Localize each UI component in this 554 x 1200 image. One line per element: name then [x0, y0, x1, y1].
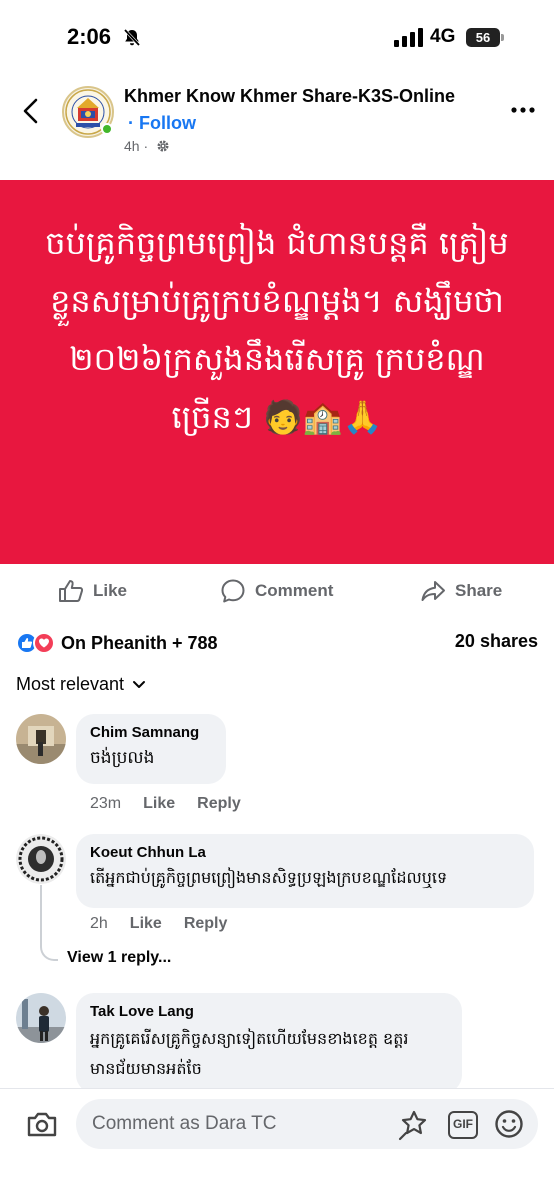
bell-muted-icon: [123, 28, 141, 47]
comment-label: Comment: [255, 581, 334, 600]
chevron-down-icon: [133, 680, 146, 688]
comment-bubble[interactable]: Chim Samnang ចង់ប្រលង: [76, 714, 226, 784]
reactions-count: On Pheanith + 788: [61, 632, 218, 653]
comment-bubble[interactable]: Tak Love Lang អ្នកគ្រូគេរើសគ្រូកិច្ចសន្យ…: [76, 993, 462, 1093]
battery-tip: [501, 34, 504, 41]
audience-gear-icon[interactable]: [156, 139, 170, 153]
post-action-bar: Like Comment Share: [0, 570, 554, 612]
more-options-icon[interactable]: [508, 100, 538, 120]
post-time: 4h ·: [124, 138, 149, 154]
comment-text: តើអ្នកជាប់គ្រូកិច្ចព្រមព្រៀងមានសិទ្ធប្រឡ…: [90, 868, 448, 887]
status-bar: 2:06 4G 56: [0, 0, 554, 70]
comment-button[interactable]: Comment: [220, 576, 333, 606]
cellular-signal-icon: [394, 28, 423, 47]
share-button[interactable]: Share: [420, 576, 502, 606]
comment-time: 23m: [90, 795, 122, 812]
back-arrow-icon[interactable]: [18, 96, 46, 126]
user-photo-icon: [16, 993, 66, 1043]
comment-avatar[interactable]: [16, 714, 66, 764]
follow-button[interactable]: · Follow: [128, 113, 196, 134]
battery-level: 56: [466, 28, 500, 47]
gif-button[interactable]: GIF: [448, 1111, 478, 1139]
comment-text: អ្នកគ្រូគេរើសគ្រូកិច្ចសន្យាទៀតហើយមែនខាងខ…: [90, 1029, 409, 1078]
thumbs-up-icon: [59, 580, 84, 602]
view-replies-link[interactable]: View 1 reply...: [67, 949, 171, 967]
comment-like-button[interactable]: Like: [130, 915, 162, 933]
camera-icon[interactable]: [26, 1109, 58, 1139]
comment-avatar[interactable]: [16, 993, 66, 1043]
comment-sort-dropdown[interactable]: Most relevant: [16, 674, 146, 695]
user-photo-icon: [16, 714, 66, 764]
comment-author[interactable]: Chim Samnang: [90, 724, 212, 741]
share-arrow-icon: [421, 581, 445, 601]
comment-reply-button[interactable]: Reply: [197, 795, 241, 813]
comment-author[interactable]: Koeut Chhun La: [90, 844, 520, 861]
comment-like-button[interactable]: Like: [143, 795, 175, 813]
network-type: 4G: [430, 26, 456, 47]
share-label: Share: [455, 581, 503, 600]
comment-author[interactable]: Tak Love Lang: [90, 1003, 448, 1020]
comment-bubble[interactable]: Koeut Chhun La តើអ្នកជាប់គ្រូកិច្ចព្រមព្…: [76, 834, 534, 908]
sort-label: Most relevant: [16, 674, 125, 694]
reactions-summary[interactable]: On Pheanith + 788: [16, 630, 218, 656]
emoji-icon[interactable]: [494, 1109, 524, 1139]
like-button[interactable]: Like: [58, 576, 127, 606]
comment-composer: GIF: [0, 1088, 554, 1200]
comment-avatar[interactable]: [16, 834, 66, 884]
battery-icon: 56: [466, 28, 506, 47]
like-label: Like: [93, 581, 128, 600]
comment-meta: 23m Like Reply: [90, 795, 241, 813]
comment-reply-button[interactable]: Reply: [184, 915, 228, 933]
shares-count[interactable]: 20 shares: [455, 631, 538, 652]
status-time: 2:06: [67, 24, 112, 49]
page-name[interactable]: Khmer Know Khmer Share-K3S-Online: [124, 86, 455, 107]
post-image[interactable]: ចប់គ្រូកិច្ចព្រមព្រៀង ជំហានបន្តគឺ ត្រៀមខ…: [0, 180, 554, 564]
reply-thread-line: [40, 885, 58, 961]
love-reaction-icon: [33, 632, 55, 654]
online-status-dot: [101, 123, 113, 135]
post-image-text: ចប់គ្រូកិច្ចព្រមព្រៀង ជំហានបន្តគឺ ត្រៀមខ…: [45, 224, 509, 436]
comment-text: ចង់ប្រលង: [90, 748, 155, 768]
comment-bubble-icon: [221, 579, 245, 603]
user-photo-icon: [16, 834, 66, 884]
comment-time: 2h: [90, 915, 108, 932]
avatar-sticker-icon[interactable]: [398, 1109, 430, 1141]
post-meta: 4h ·: [124, 138, 170, 154]
comment-meta: 2h Like Reply: [90, 915, 227, 933]
